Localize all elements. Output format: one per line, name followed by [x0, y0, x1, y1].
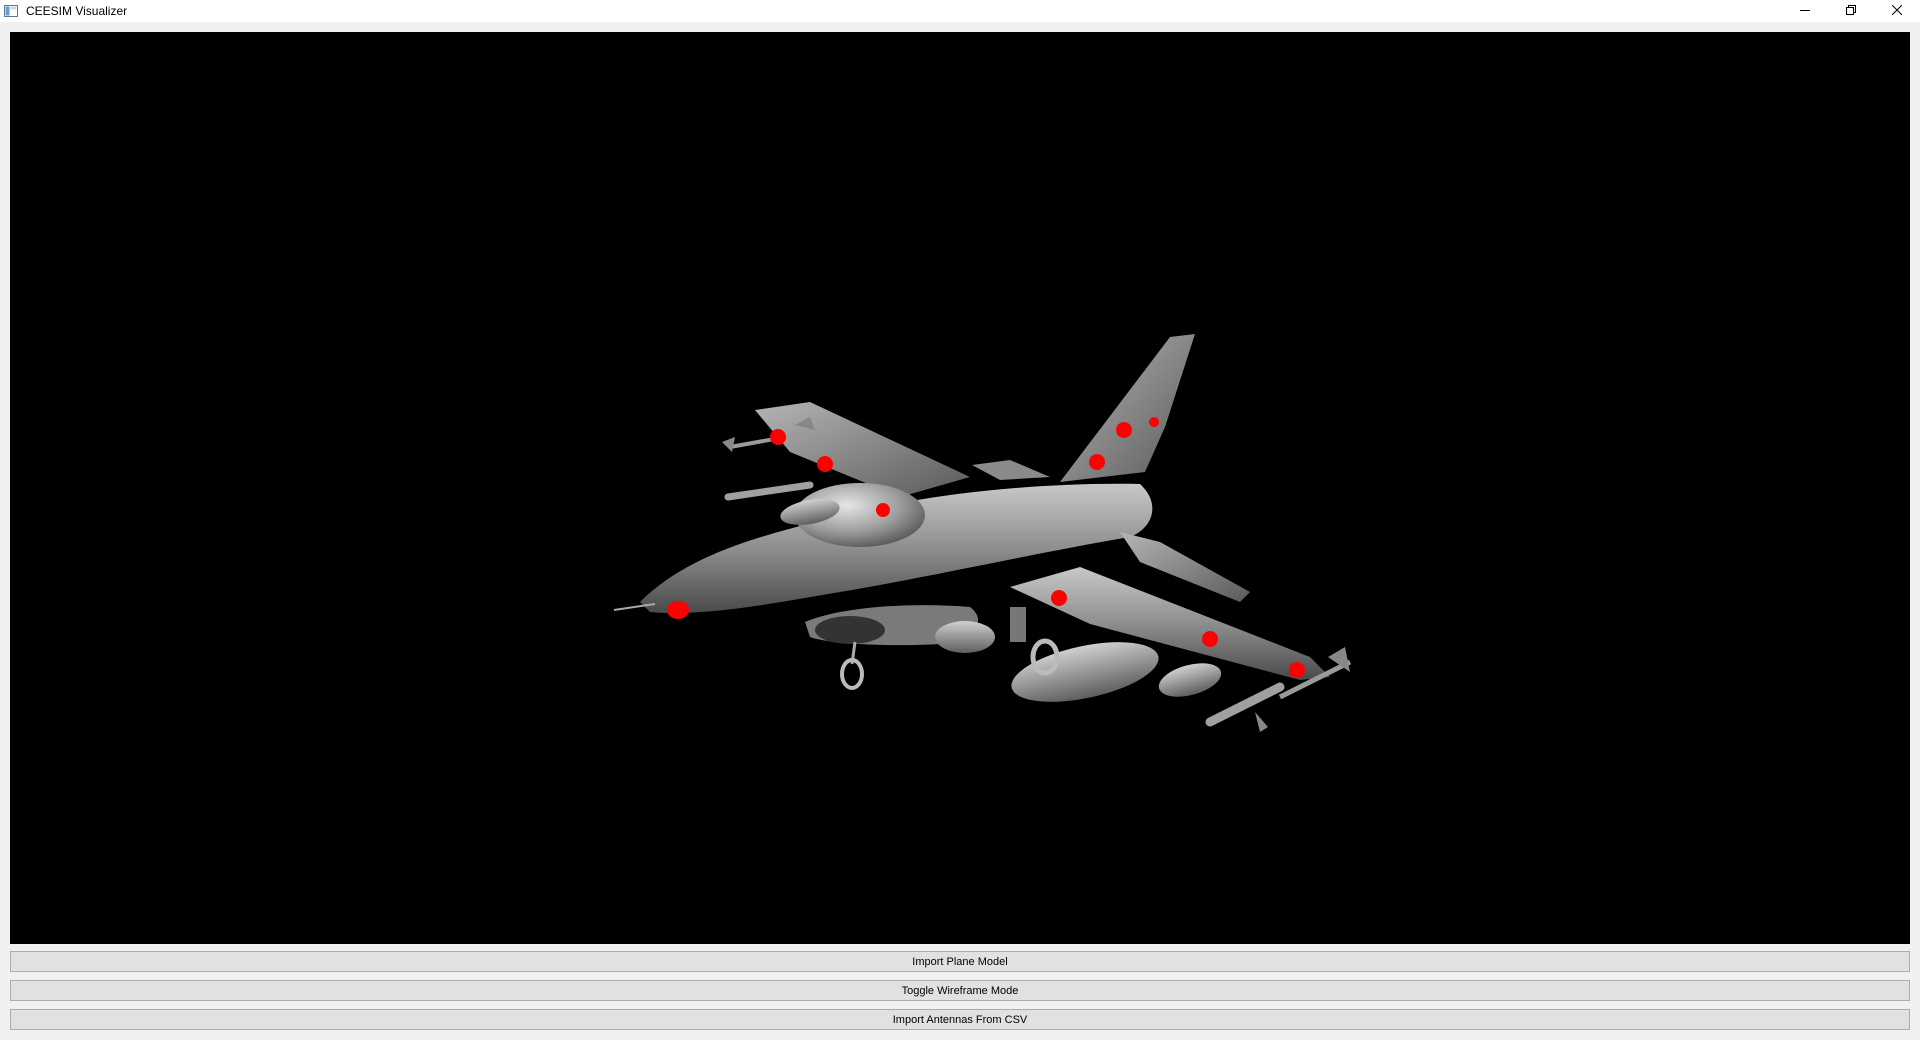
antenna-marker[interactable] [1289, 662, 1305, 678]
caption-buttons [1782, 0, 1920, 22]
fuel-tank-near [1011, 642, 1159, 702]
antenna-marker[interactable] [667, 601, 689, 619]
minimize-button[interactable] [1782, 0, 1828, 22]
plane-model [613, 334, 1352, 732]
plane-model-render [613, 334, 1352, 732]
minimize-icon [1800, 2, 1810, 20]
antenna-marker[interactable] [817, 456, 833, 472]
restore-button[interactable] [1828, 0, 1874, 22]
antenna-marker[interactable] [1051, 590, 1067, 606]
outer-tank-near [1158, 663, 1222, 697]
missile-near-pylon [1205, 682, 1285, 732]
app-window: CEESIM Visualizer Import Plane Model Tog… [0, 0, 1920, 1040]
antenna-marker[interactable] [876, 503, 890, 517]
antenna-marker[interactable] [1089, 454, 1105, 470]
title-bar[interactable]: CEESIM Visualizer [0, 0, 1920, 22]
restore-icon [1846, 2, 1856, 20]
app-window-icon [4, 5, 18, 17]
far-stabilizer [972, 460, 1050, 480]
missile-far-pylon [724, 481, 814, 501]
antenna-marker[interactable] [1202, 631, 1218, 647]
fuel-tank-center [935, 621, 995, 653]
import-antennas-button[interactable]: Import Antennas From CSV [10, 1009, 1910, 1030]
close-button[interactable] [1874, 0, 1920, 22]
window-title: CEESIM Visualizer [26, 4, 128, 18]
import-plane-model-button[interactable]: Import Plane Model [10, 951, 1910, 972]
vertical-tail [1060, 334, 1195, 482]
antenna-marker[interactable] [1149, 417, 1159, 427]
toggle-wireframe-button[interactable]: Toggle Wireframe Mode [10, 980, 1910, 1001]
nose-gear [840, 641, 864, 690]
intake-lip [815, 616, 885, 644]
3d-viewport[interactable] [10, 32, 1910, 944]
close-icon [1891, 2, 1903, 20]
left-wing [755, 402, 970, 497]
antenna-marker[interactable] [1116, 422, 1132, 438]
antenna-marker[interactable] [770, 429, 786, 445]
